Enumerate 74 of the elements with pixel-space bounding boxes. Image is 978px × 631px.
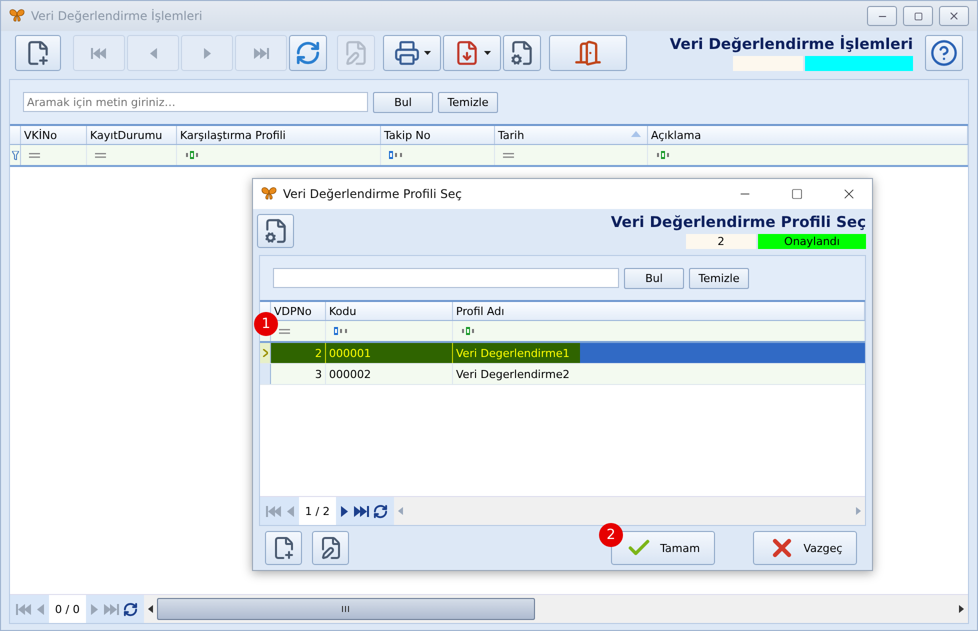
column-header[interactable]: VKİNo <box>21 126 87 144</box>
window-title: Veri Değerlendirme İşlemleri <box>31 9 204 23</box>
column-header[interactable]: Profil Adı <box>453 302 865 320</box>
search-field[interactable] <box>273 268 619 288</box>
pdf-export-button[interactable] <box>443 35 501 71</box>
next-page-icon[interactable] <box>340 504 349 518</box>
printer-icon <box>394 40 420 66</box>
status-label: Onaylandı <box>758 234 866 249</box>
table-cell: 000002 <box>326 364 453 384</box>
text-filter-icon[interactable] <box>389 151 404 159</box>
settings-button[interactable] <box>257 214 294 248</box>
column-header[interactable]: VDPNo <box>271 302 326 320</box>
column-header[interactable]: Takip No <box>381 126 495 144</box>
equals-filter-icon[interactable] <box>503 152 514 158</box>
last-page-icon[interactable] <box>352 504 369 518</box>
add-record-button[interactable] <box>265 531 302 565</box>
equals-filter-icon[interactable] <box>29 152 40 158</box>
table-cell-text: Veri Degerlendirme2 <box>455 366 571 382</box>
restore-button[interactable] <box>903 6 933 26</box>
status-strip <box>733 56 803 71</box>
dialog-heading: Veri Değerlendirme Profili Seç <box>610 213 866 231</box>
scroll-left-icon[interactable] <box>148 605 153 613</box>
text-filter-icon[interactable] <box>334 327 349 335</box>
close-icon <box>948 10 960 22</box>
equals-filter-icon[interactable] <box>279 328 290 334</box>
text-filter-icon[interactable] <box>461 327 476 335</box>
page-counter: 1 / 2 <box>299 497 336 525</box>
scroll-right-icon[interactable] <box>959 605 964 613</box>
find-button[interactable]: Bul <box>373 92 433 112</box>
maximize-icon[interactable] <box>791 188 803 200</box>
minimize-button[interactable] <box>867 6 897 26</box>
clear-button[interactable]: Temizle <box>689 268 749 288</box>
table-cell: 3 <box>271 364 326 384</box>
record-count: 2 <box>686 234 756 249</box>
settings-icon <box>509 40 535 66</box>
table-cell: 000001 <box>326 343 453 363</box>
close-button[interactable] <box>939 6 969 26</box>
help-button[interactable] <box>925 35 963 71</box>
row-pointer-icon <box>262 349 268 357</box>
refresh-icon <box>295 40 321 66</box>
filter-icon <box>12 150 18 160</box>
search-field[interactable]: Aramak için metin giriniz… <box>23 92 368 112</box>
refresh-button[interactable] <box>289 35 327 71</box>
text-filter-icon[interactable] <box>656 151 671 159</box>
column-header[interactable]: Karşılaştırma Profili <box>177 126 381 144</box>
find-button[interactable]: Bul <box>624 268 684 288</box>
column-header[interactable]: Kodu <box>326 302 453 320</box>
refresh-icon[interactable] <box>122 602 138 616</box>
column-header[interactable]: KayıtDurumu <box>87 126 177 144</box>
equals-filter-icon[interactable] <box>95 152 106 158</box>
butterfly-icon <box>9 9 25 23</box>
exit-door-icon <box>574 39 602 67</box>
settings-icon <box>262 218 288 244</box>
dialog-title: Veri Değerlendirme Profili Seç <box>283 187 463 201</box>
page-counter: 0 / 0 <box>49 595 86 623</box>
column-header[interactable]: Tarih <box>495 126 648 144</box>
print-button[interactable] <box>383 35 441 71</box>
page-heading: Veri Değerlendirme İşlemleri <box>670 35 913 53</box>
text-filter-icon[interactable] <box>185 151 200 159</box>
scrollbar-thumb[interactable] <box>156 598 535 620</box>
column-header[interactable]: Açıklama <box>648 126 968 144</box>
butterfly-icon <box>261 187 277 201</box>
table-row[interactable]: 2 000001 Veri Degerlendirme1 <box>260 343 865 364</box>
edit-record-button[interactable] <box>312 531 349 565</box>
table-cell: Veri Degerlendirme1 <box>453 343 580 363</box>
new-button[interactable] <box>15 35 61 71</box>
exit-button[interactable] <box>549 35 627 71</box>
table-row[interactable]: 3 000002 Veri Degerlendirme2 <box>260 364 865 385</box>
settings-button[interactable] <box>503 35 541 71</box>
table-cell: 2 <box>271 343 326 363</box>
clear-button[interactable]: Temizle <box>438 92 498 112</box>
cancel-button[interactable]: Vazgeç <box>753 531 857 565</box>
restore-icon <box>914 12 922 20</box>
refresh-icon[interactable] <box>372 504 388 518</box>
